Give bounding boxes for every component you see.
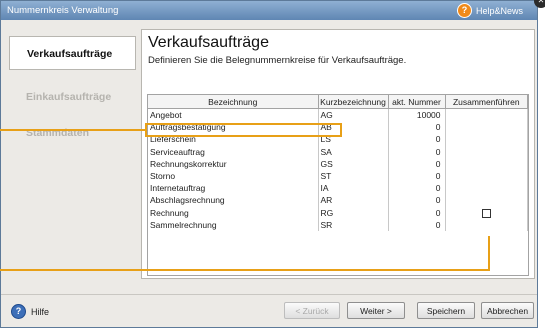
cell-akt-nummer[interactable]: 0 (388, 206, 446, 219)
cell-kurzbezeichnung[interactable]: SA (318, 145, 389, 158)
cell-kurzbezeichnung[interactable]: RG (318, 206, 389, 219)
cell-kurzbezeichnung[interactable]: ST (318, 169, 389, 183)
cell-zusammenfuehren (445, 182, 528, 195)
cell-bezeichnung[interactable]: Rechnung (148, 206, 319, 219)
cell-zusammenfuehren (445, 169, 528, 183)
next-button[interactable]: Weiter > (347, 302, 405, 319)
cell-akt-nummer[interactable]: 0 (388, 157, 446, 170)
page-subtitle: Definieren Sie die Belegnummernkreise fü… (148, 55, 407, 66)
help-icon: ? (456, 3, 472, 18)
table-header-row: Bezeichnung Kurzbezeichnung akt. Nummer … (148, 95, 528, 109)
cell-kurzbezeichnung[interactable]: AG (318, 108, 389, 122)
save-button[interactable]: Speichern (417, 302, 475, 319)
cell-zusammenfuehren (445, 133, 528, 146)
cell-bezeichnung[interactable]: Rechnungskorrektur (148, 157, 319, 170)
main-panel: Verkaufsaufträge Definieren Sie die Bele… (141, 29, 535, 279)
number-range-table: Bezeichnung Kurzbezeichnung akt. Nummer … (147, 94, 529, 276)
cell-zusammenfuehren (445, 145, 528, 158)
table-row[interactable]: Internetauftrag IA 0 (148, 182, 528, 195)
cell-akt-nummer[interactable]: 0 (388, 182, 446, 195)
cell-zusammenfuehren (445, 218, 528, 231)
table-row[interactable]: Abschlagsrechnung AR 0 (148, 194, 528, 207)
cell-akt-nummer[interactable]: 0 (388, 133, 446, 146)
help-button[interactable]: ? Hilfe (11, 304, 49, 319)
help-icon: ? (11, 304, 26, 319)
column-header-akt-nummer[interactable]: akt. Nummer (387, 95, 446, 109)
cell-zusammenfuehren (445, 121, 528, 134)
cell-akt-nummer[interactable]: 10000 (388, 108, 446, 122)
cell-akt-nummer[interactable]: 0 (388, 121, 446, 134)
back-button[interactable]: < Zurück (284, 302, 340, 319)
help-news-button[interactable]: ? Help&News (456, 3, 523, 18)
dialog-window: Nummernkreis Verwaltung ? Help&News Verk… (0, 0, 538, 328)
cell-akt-nummer[interactable]: 0 (388, 145, 446, 158)
sidebar-nav: Verkaufsaufträge Einkaufsaufträge Stammd… (9, 29, 136, 279)
cell-zusammenfuehren (445, 157, 528, 170)
table-row[interactable]: Rechnungskorrektur GS 0 (148, 157, 528, 170)
column-header-bezeichnung[interactable]: Bezeichnung (148, 95, 319, 109)
cell-akt-nummer[interactable]: 0 (388, 194, 446, 207)
highlight-box-auftragsbestaetigung (145, 123, 342, 137)
cell-akt-nummer[interactable]: 0 (388, 169, 446, 183)
callout-line-bottom-horizontal (0, 269, 490, 271)
title-bar: Nummernkreis Verwaltung ? Help&News (1, 1, 537, 20)
cell-zusammenfuehren (445, 206, 528, 219)
column-header-zusammenfuehren[interactable]: Zusammenführen (444, 95, 528, 109)
cell-bezeichnung[interactable]: Abschlagsrechnung (148, 194, 319, 207)
cell-kurzbezeichnung[interactable]: AR (318, 194, 389, 207)
cell-bezeichnung[interactable]: Serviceauftrag (148, 145, 319, 158)
cancel-button[interactable]: Abbrechen (481, 302, 534, 319)
table-row[interactable]: Angebot AG 10000 (148, 108, 528, 122)
sidebar-item-stammdaten[interactable]: Stammdaten (9, 116, 136, 150)
page-title: Verkaufsaufträge (148, 34, 269, 51)
cell-bezeichnung[interactable]: Storno (148, 169, 319, 183)
cell-bezeichnung[interactable]: Angebot (148, 108, 319, 122)
column-header-kurzbezeichnung[interactable]: Kurzbezeichnung (317, 95, 389, 109)
cell-bezeichnung[interactable]: Internetauftrag (148, 182, 319, 195)
cell-kurzbezeichnung[interactable]: SR (318, 218, 389, 231)
button-bar: ? Hilfe < Zurück Weiter > Speichern Abbr… (1, 294, 537, 327)
callout-line-bottom-vertical (488, 236, 490, 271)
cell-kurzbezeichnung[interactable]: IA (318, 182, 389, 195)
table-row[interactable]: Sammelrechnung SR 0 (148, 218, 528, 231)
sidebar-item-einkaufsauftraege[interactable]: Einkaufsaufträge (9, 80, 136, 114)
cell-zusammenfuehren (445, 194, 528, 207)
help-news-label: Help&News (475, 5, 523, 16)
callout-line-top (0, 129, 145, 131)
merge-checkbox[interactable] (481, 208, 491, 218)
window-title: Nummernkreis Verwaltung (7, 5, 119, 16)
help-label: Hilfe (31, 306, 50, 317)
cell-akt-nummer[interactable]: 0 (388, 218, 446, 231)
cell-zusammenfuehren (445, 108, 528, 122)
table-row[interactable]: Rechnung RG 0 (148, 206, 528, 219)
cell-bezeichnung[interactable]: Sammelrechnung (148, 218, 319, 231)
cell-kurzbezeichnung[interactable]: GS (318, 157, 389, 170)
sidebar-item-verkaufsauftraege[interactable]: Verkaufsaufträge (9, 36, 136, 70)
table-row[interactable]: Serviceauftrag SA 0 (148, 145, 528, 158)
table-row[interactable]: Storno ST 0 (148, 169, 528, 183)
